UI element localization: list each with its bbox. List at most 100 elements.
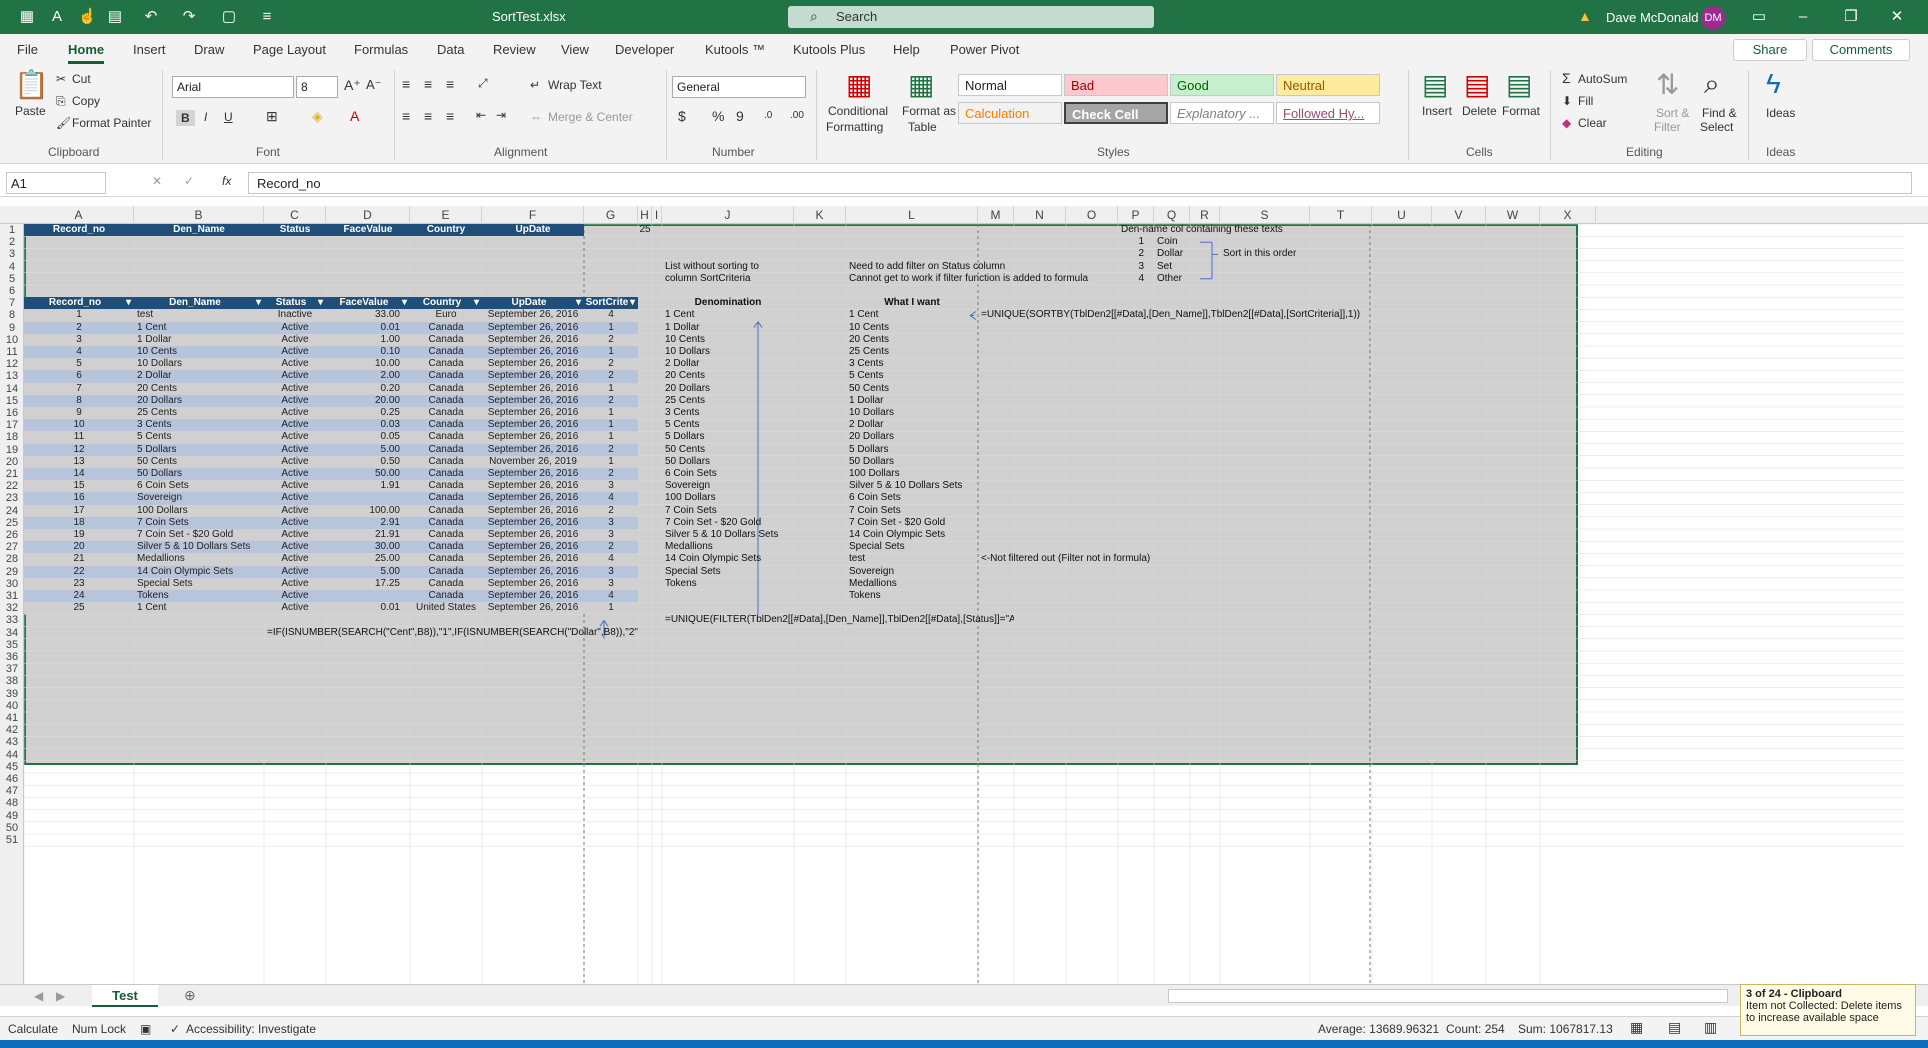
table-cell[interactable]: 5 [24,358,134,371]
delete-button[interactable]: Delete [1462,104,1497,118]
table-cell[interactable]: 14 Coin Olympic Sets [134,565,264,578]
paste-icon[interactable]: 📋 [14,68,49,101]
sort-order-text[interactable]: Other [1154,273,1190,285]
status-calculate[interactable]: Calculate [8,1022,58,1036]
column-header-t[interactable]: T [1310,206,1372,224]
what-i-want-item[interactable]: 100 Dollars [846,468,978,480]
table-label[interactable]: Table [908,120,937,134]
what-i-want-item[interactable]: 10 Dollars [846,407,978,419]
fill-button[interactable]: Fill [1578,94,1593,108]
touch-mode-icon[interactable]: ☝ [78,8,97,26]
tab-help[interactable]: Help [893,42,920,57]
table-cell[interactable]: Canada [410,492,482,505]
table-cell[interactable]: Medallions [134,553,264,566]
table-cell[interactable]: September 26, 2016 [482,309,584,322]
page-break-icon[interactable]: ▥ [1704,1019,1717,1036]
new-file-icon[interactable]: ▢ [220,8,238,26]
table-cell[interactable]: Active [264,541,326,554]
table-cell[interactable]: Active [264,504,326,517]
what-i-want-header[interactable]: What I want [846,297,978,309]
table-cell[interactable]: Canada [410,565,482,578]
what-i-want-item[interactable]: Medallions [846,578,978,590]
number-format-select[interactable]: General [672,76,806,98]
row-header-16[interactable]: 16 [0,407,24,419]
row-header-7[interactable]: 7 [0,297,24,309]
table-cell[interactable]: 1 [584,602,638,615]
style-explanatory[interactable]: Explanatory ... [1170,102,1274,124]
borders-icon[interactable]: ⊞ [266,108,278,125]
denomination-item[interactable]: Special Sets [662,566,794,578]
table-cell[interactable]: 0.01 [326,321,410,334]
table-cell[interactable]: 10 [24,419,134,432]
what-i-want-item[interactable]: 3 Cents [846,358,978,370]
table-cell[interactable]: 10.00 [326,358,410,371]
top-header-cell[interactable]: FaceValue [326,224,410,237]
denomination-item[interactable]: Medallions [662,541,794,553]
row-header-50[interactable]: 50 [0,822,24,834]
normal-view-icon[interactable]: ▦ [1630,1019,1643,1036]
table-cell[interactable]: Active [264,468,326,481]
table-cell[interactable]: Canada [410,333,482,346]
note-cell[interactable]: Need to add filter on Status column [846,261,1118,273]
table-header-cell[interactable]: SortCrite ▾ [584,297,638,310]
table-cell[interactable]: 1 Dollar [134,333,264,346]
table-cell[interactable]: 14 [24,468,134,481]
table-cell[interactable]: September 26, 2016 [482,529,584,542]
select-label[interactable]: Select [1700,120,1733,134]
row-header-32[interactable]: 32 [0,602,24,614]
table-cell[interactable]: Canada [410,382,482,395]
table-cell[interactable]: 0.10 [326,346,410,359]
table-cell[interactable]: Canada [410,541,482,554]
row-header-12[interactable]: 12 [0,358,24,370]
denomination-item[interactable]: 20 Dollars [662,383,794,395]
table-cell[interactable]: 1 [584,382,638,395]
align-left-icon[interactable]: ≡ [402,108,410,124]
tab-data[interactable]: Data [437,42,464,57]
note-cell[interactable]: Den-name col containing these texts [1118,224,1310,236]
row-header-31[interactable]: 31 [0,590,24,602]
row-header-8[interactable]: 8 [0,309,24,321]
table-cell[interactable]: 8 [24,394,134,407]
add-sheet-icon[interactable]: ⊕ [184,987,196,1004]
table-cell[interactable]: 20 Cents [134,382,264,395]
clear-icon[interactable]: ◆ [1562,116,1571,130]
table-cell[interactable]: 4 [584,492,638,505]
merge-center-icon[interactable]: ⇔ [530,110,542,124]
table-cell[interactable]: Active [264,321,326,334]
table-cell[interactable]: Canada [410,394,482,407]
macro-record-icon[interactable]: ▣ [140,1022,151,1036]
column-header-k[interactable]: K [794,206,846,224]
column-header-d[interactable]: D [326,206,410,224]
accessibility-icon[interactable]: ✓ [170,1022,180,1036]
table-cell[interactable]: 2 [584,370,638,383]
table-cell[interactable]: Active [264,382,326,395]
avatar[interactable]: DM [1701,6,1725,30]
table-cell[interactable]: 0.50 [326,455,410,468]
table-cell[interactable]: 20.00 [326,394,410,407]
cancel-icon[interactable]: ✕ [152,174,162,188]
tab-home[interactable]: Home [68,42,104,57]
table-cell[interactable]: 24 [24,590,134,603]
denomination-item[interactable]: 20 Cents [662,370,794,382]
sort-order-number[interactable]: 4 [1118,273,1154,285]
denomination-item[interactable]: 1 Cent [662,309,794,321]
row-header-49[interactable]: 49 [0,810,24,822]
tab-insert[interactable]: Insert [133,42,166,57]
column-header-l[interactable]: L [846,206,978,224]
table-cell[interactable]: 33.00 [326,309,410,322]
filter-dropdown-icon[interactable]: ▾ [126,297,131,309]
row-header-34[interactable]: 34 [0,627,24,639]
filter-dropdown-icon[interactable]: ▾ [318,297,323,309]
table-cell[interactable]: September 26, 2016 [482,504,584,517]
what-i-want-item[interactable]: Special Sets [846,541,978,553]
filter-dropdown-icon[interactable]: ▾ [576,297,581,309]
column-header-s[interactable]: S [1220,206,1310,224]
sort-order-number[interactable]: 1 [1118,236,1154,248]
row-header-38[interactable]: 38 [0,675,24,687]
table-cell[interactable]: September 26, 2016 [482,468,584,481]
table-cell[interactable]: Active [264,516,326,529]
align-bottom-icon[interactable]: ≡ [446,76,454,92]
table-cell[interactable]: September 26, 2016 [482,443,584,456]
table-cell[interactable]: 0.05 [326,431,410,444]
column-header-u[interactable]: U [1372,206,1432,224]
